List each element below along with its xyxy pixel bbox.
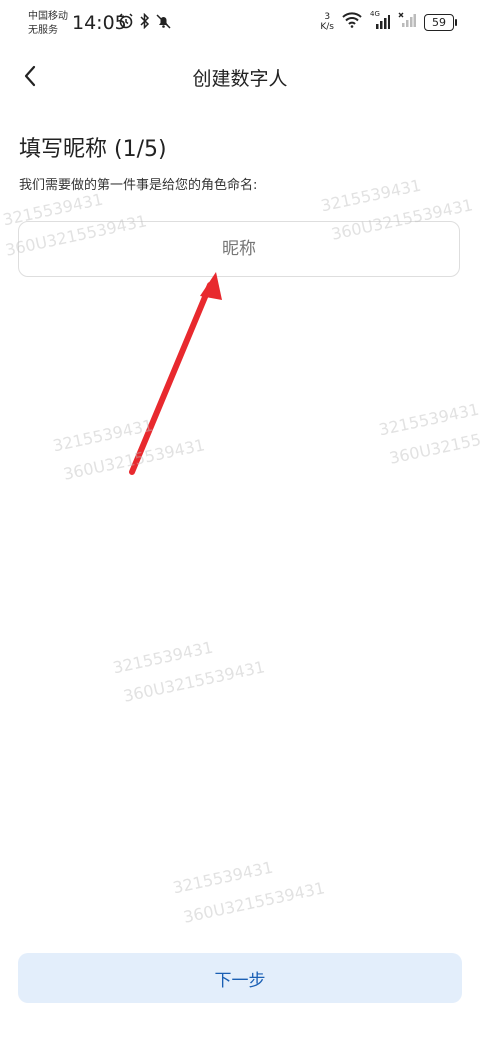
status-icons-right: 3 K/s 4G 59 — [320, 10, 457, 32]
cell-label: 4G — [370, 10, 380, 18]
watermark: 360U3215539431 — [181, 878, 327, 927]
network-speed: 3 K/s — [320, 12, 334, 32]
watermark: 3215539431 — [319, 175, 423, 216]
section-description: 我们需要做的第一件事是给您的角色命名: — [19, 178, 258, 193]
watermark: 3215539431 — [51, 415, 155, 456]
carrier-info: 中国移动 无服务 — [28, 10, 68, 38]
mute-icon — [156, 13, 171, 33]
watermark: 360U3215539431 — [121, 657, 267, 706]
net-speed-unit: K/s — [320, 22, 334, 32]
watermark: 360U3215539431 — [387, 419, 480, 468]
bluetooth-icon — [139, 12, 151, 33]
battery-indicator: 59 — [424, 13, 457, 31]
wifi-icon — [342, 12, 362, 32]
no-signal-icon — [398, 12, 416, 32]
carrier-name: 中国移动 — [28, 11, 68, 22]
page-title: 创建数字人 — [192, 68, 288, 90]
watermark: 360U3215539431 — [61, 435, 207, 484]
cellular-signal-icon: 4G — [370, 10, 390, 30]
status-icons-left — [118, 12, 171, 33]
nav-bar: 创建数字人 — [0, 52, 480, 100]
nickname-input[interactable] — [18, 221, 460, 277]
net-speed-value: 3 — [324, 12, 331, 22]
watermark: 3215539431 — [171, 857, 275, 898]
watermark: 3215539431 — [377, 399, 480, 440]
watermark: 3215539431 — [111, 637, 215, 678]
next-button[interactable]: 下一步 — [18, 953, 462, 1003]
alarm-icon — [118, 13, 134, 33]
section-title: 填写昵称 (1/5) — [19, 137, 167, 162]
service-status: 无服务 — [28, 25, 58, 36]
status-bar: 中国移动 无服务 14:05 3 K/s 4G 59 — [0, 0, 480, 48]
